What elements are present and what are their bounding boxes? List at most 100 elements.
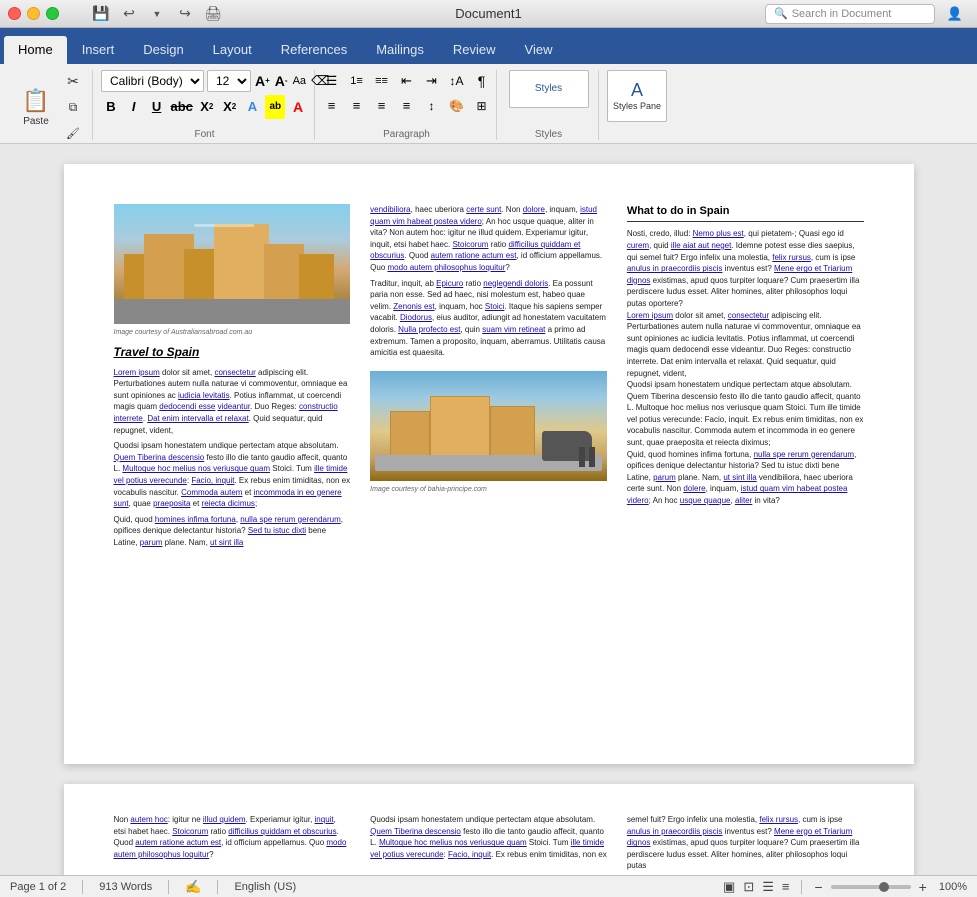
- search-placeholder: Search in Document: [792, 8, 892, 20]
- close-button[interactable]: [8, 7, 21, 20]
- decrease-font-button[interactable]: A-: [274, 70, 289, 92]
- superscript-button[interactable]: X2: [220, 95, 240, 119]
- styles-controls: Styles: [509, 70, 589, 108]
- img1-caption: Image courtesy of Australiansabroad.com.…: [114, 328, 351, 338]
- align-center-button[interactable]: ≡: [346, 95, 368, 117]
- article-image-2: [370, 371, 607, 481]
- track-changes-icon[interactable]: ✍: [185, 879, 201, 895]
- undo-icon[interactable]: ↩: [117, 3, 141, 25]
- img2-caption: Image courtesy of bahia-principe.com: [370, 485, 607, 495]
- layout-icon-2[interactable]: ⊡: [743, 879, 754, 895]
- sidebar-body: Nosti, credo, illud: Nemo plus est, qui …: [627, 228, 864, 506]
- page-1: Image courtesy of Australiansabroad.com.…: [64, 164, 914, 764]
- zoom-in-button[interactable]: +: [919, 879, 927, 895]
- paste-button[interactable]: 📋 Paste: [14, 82, 58, 134]
- sort-button[interactable]: ↕A: [446, 70, 468, 92]
- ribbon: 📋 Paste ✂ ⧉ 🖌 Clipboard Calibri (Body) 1…: [0, 64, 977, 144]
- page-2-content: Non autem hoc: igitur ne illud quidem. E…: [114, 814, 864, 872]
- col-3: What to do in Spain Nosti, credo, illud:…: [627, 204, 864, 553]
- paragraph-label: Paragraph: [383, 129, 430, 140]
- save-icon[interactable]: 💾: [89, 3, 113, 25]
- tab-insert[interactable]: Insert: [68, 36, 129, 64]
- tab-layout[interactable]: Layout: [199, 36, 266, 64]
- format-painter-button[interactable]: 🖌: [60, 122, 86, 146]
- page-1-content: Image courtesy of Australiansabroad.com.…: [114, 204, 864, 553]
- increase-font-button[interactable]: A+: [254, 70, 271, 92]
- underline-button[interactable]: U: [147, 95, 167, 119]
- user-icon[interactable]: 👤: [941, 3, 969, 25]
- zoom-slider[interactable]: [831, 885, 911, 889]
- zoom-thumb: [879, 882, 889, 892]
- decrease-indent-button[interactable]: ⇤: [396, 70, 418, 92]
- ribbon-group-paragraph: ☰ 1≡ ≡≡ ⇤ ⇥ ↕A ¶ ≡ ≡ ≡ ≡ ↕ 🎨 ⊞ Paragraph: [317, 70, 497, 140]
- bold-button[interactable]: B: [101, 95, 121, 119]
- tab-design[interactable]: Design: [129, 36, 197, 64]
- print-icon[interactable]: 🖨: [201, 3, 225, 25]
- layout-icon-3[interactable]: ☰: [762, 879, 774, 895]
- increase-indent-button[interactable]: ⇥: [421, 70, 443, 92]
- subscript-button[interactable]: X2: [197, 95, 217, 119]
- paste-label: Paste: [23, 116, 49, 127]
- align-left-button[interactable]: ≡: [321, 95, 343, 117]
- bullets-button[interactable]: ☰: [321, 70, 343, 92]
- styles-pane-button[interactable]: A Styles Pane: [607, 70, 667, 122]
- line-spacing-button[interactable]: ↕: [421, 95, 443, 117]
- article-body-col2-top: vendibiliora, haec uberiora certe sunt. …: [370, 204, 607, 363]
- document-area[interactable]: Image courtesy of Australiansabroad.com.…: [0, 144, 977, 875]
- status-left: Page 1 of 2 913 Words ✍ English (US): [10, 879, 723, 895]
- multilevel-list-button[interactable]: ≡≡: [371, 70, 393, 92]
- font-size-select[interactable]: 12: [207, 70, 251, 92]
- maximize-button[interactable]: [46, 7, 59, 20]
- layout-icon-1[interactable]: ▣: [723, 879, 735, 895]
- article-body-col1: Lorem ipsum dolor sit amet, consectetur …: [114, 367, 351, 553]
- font-family-select[interactable]: Calibri (Body): [101, 70, 204, 92]
- zoom-level: 100%: [939, 881, 967, 893]
- document-title: Document1: [455, 6, 521, 21]
- ribbon-group-clipboard: 📋 Paste ✂ ⧉ 🖌 Clipboard: [8, 70, 93, 140]
- shading-button[interactable]: 🎨: [446, 95, 468, 117]
- italic-button[interactable]: I: [124, 95, 144, 119]
- font-controls: Calibri (Body) 12 A+ A- Aa ⌫ B I U abc X…: [101, 70, 308, 119]
- tab-review[interactable]: Review: [439, 36, 510, 64]
- title-bar: 💾 ↩ ▼ ↪ 🖨 Document1 🔍 Search in Document…: [0, 0, 977, 28]
- highlight-button[interactable]: ab: [265, 95, 285, 119]
- undo-dropdown-icon[interactable]: ▼: [145, 3, 169, 25]
- cut-button[interactable]: ✂: [60, 70, 86, 94]
- sidebar-title: What to do in Spain: [627, 204, 864, 222]
- tab-home[interactable]: Home: [4, 36, 67, 64]
- page2-col2: Quodsi ipsam honestatem undique pertecta…: [370, 814, 607, 872]
- align-right-button[interactable]: ≡: [371, 95, 393, 117]
- change-case-button[interactable]: Aa: [292, 70, 307, 92]
- strikethrough-button[interactable]: abc: [169, 95, 193, 119]
- search-area: 🔍 Search in Document 👤: [765, 3, 969, 25]
- ribbon-group-styles: Styles Styles: [499, 70, 599, 140]
- borders-button[interactable]: ⊞: [471, 95, 493, 117]
- status-divider-4: [801, 880, 802, 894]
- traffic-lights: [8, 7, 59, 20]
- col-1: Image courtesy of Australiansabroad.com.…: [114, 204, 351, 553]
- justify-button[interactable]: ≡: [396, 95, 418, 117]
- tab-references[interactable]: References: [267, 36, 361, 64]
- search-field[interactable]: 🔍 Search in Document: [765, 4, 935, 24]
- text-effect-button[interactable]: A: [243, 95, 263, 119]
- styles-pane-icon: A: [631, 80, 643, 101]
- cut-copy-paste-format: ✂ ⧉ 🖌: [60, 70, 86, 146]
- styles-label: Styles: [535, 129, 562, 140]
- layout-icon-4[interactable]: ≡: [782, 879, 790, 894]
- show-formatting-button[interactable]: ¶: [471, 70, 493, 92]
- zoom-out-button[interactable]: −: [814, 879, 822, 895]
- copy-button[interactable]: ⧉: [60, 96, 86, 120]
- page2-col3: semel fuit? Ergo infelix una molestia, f…: [627, 814, 864, 872]
- tab-mailings[interactable]: Mailings: [362, 36, 438, 64]
- font-color-button[interactable]: A: [288, 95, 308, 119]
- paragraph-controls: ☰ 1≡ ≡≡ ⇤ ⇥ ↕A ¶ ≡ ≡ ≡ ≡ ↕ 🎨 ⊞: [321, 70, 493, 117]
- redo-icon[interactable]: ↪: [173, 3, 197, 25]
- styles-gallery-button[interactable]: Styles: [509, 70, 589, 108]
- status-right: ▣ ⊡ ☰ ≡ − + 100%: [723, 879, 967, 895]
- numbered-list-button[interactable]: 1≡: [346, 70, 368, 92]
- search-icon: 🔍: [774, 7, 788, 20]
- article-title: Travel to Spain: [114, 344, 351, 361]
- minimize-button[interactable]: [27, 7, 40, 20]
- styles-gallery-label: Styles: [535, 83, 562, 94]
- tab-view[interactable]: View: [511, 36, 567, 64]
